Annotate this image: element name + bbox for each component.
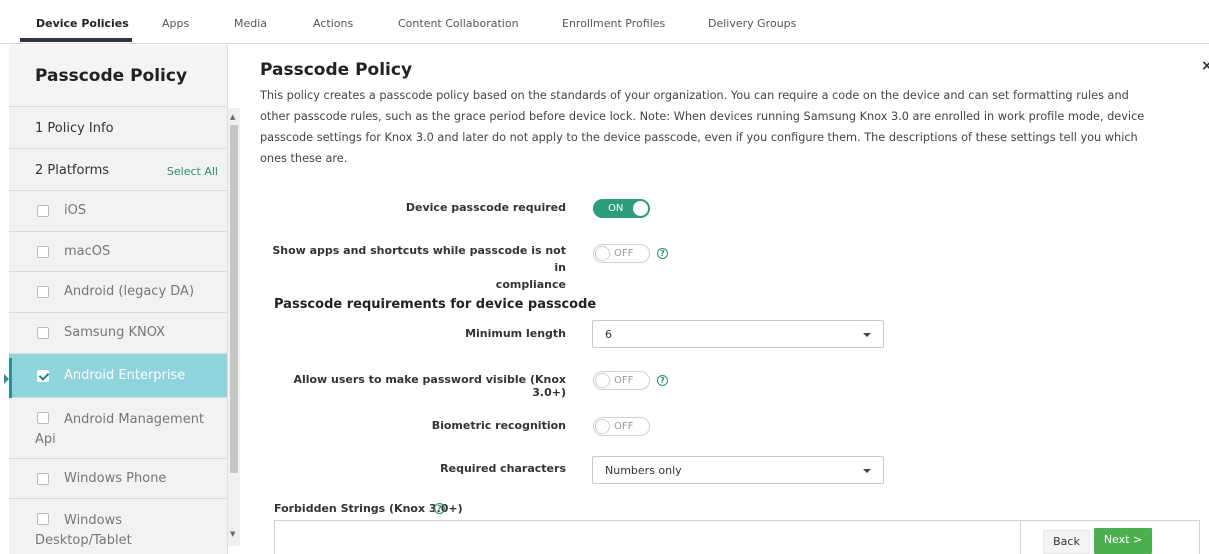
policy-description: This policy creates a passcode policy ba… [260, 89, 1145, 165]
tab-actions[interactable]: Actions [313, 17, 353, 30]
checkbox-checked[interactable] [37, 370, 49, 382]
device-passcode-required-toggle[interactable]: ON [593, 199, 650, 218]
platform-label: Android Management Api [35, 412, 205, 447]
toggle-state: OFF [614, 421, 634, 432]
active-item-arrow-icon [4, 374, 9, 384]
table-divider [1020, 521, 1021, 554]
show-apps-label-line1: Show apps and shortcuts while passcode i… [272, 244, 566, 274]
select-value: Numbers only [605, 464, 682, 477]
platform-android-management-api[interactable]: Android Management Api [9, 398, 227, 459]
toggle-state: ON [608, 203, 624, 214]
tab-enrollment-profiles[interactable]: Enrollment Profiles [562, 17, 665, 30]
platform-macos[interactable]: macOS [9, 232, 227, 272]
select-value: 6 [605, 328, 612, 341]
help-icon[interactable]: ? [434, 503, 445, 514]
platform-android-legacy[interactable]: Android (legacy DA) [9, 272, 227, 313]
minimum-length-select[interactable]: 6 [592, 320, 884, 348]
sidebar-scrollbar-thumb[interactable] [230, 125, 238, 473]
sidebar-title: Passcode Policy [9, 45, 227, 107]
checkbox[interactable] [37, 205, 49, 217]
checkbox[interactable] [37, 246, 49, 258]
toggle-state: OFF [614, 248, 634, 259]
active-item-marker [9, 358, 12, 398]
toggle-knob [633, 201, 648, 216]
toggle-knob [595, 373, 610, 388]
checkbox[interactable] [37, 286, 49, 298]
biometric-label: Biometric recognition [431, 419, 566, 432]
platform-windows-phone[interactable]: Windows Phone [9, 459, 227, 499]
allow-visible-toggle[interactable]: OFF [593, 371, 650, 390]
tab-media[interactable]: Media [234, 17, 267, 30]
chevron-down-icon [863, 333, 871, 337]
tab-apps[interactable]: Apps [162, 17, 189, 30]
platform-label: Android Enterprise [64, 368, 186, 383]
show-apps-label: Show apps and shortcuts while passcode i… [260, 242, 566, 293]
platform-label: macOS [64, 244, 111, 259]
sidebar-item-policy-info[interactable]: 1 Policy Info [9, 107, 227, 149]
platform-ios[interactable]: iOS [9, 191, 227, 232]
required-characters-select[interactable]: Numbers only [592, 456, 884, 484]
chevron-down-icon [863, 469, 871, 473]
top-tab-bar: Device Policies Apps Media Actions Conte… [0, 0, 1209, 44]
platform-label: Android (legacy DA) [64, 284, 195, 299]
tab-device-policies[interactable]: Device Policies [36, 17, 129, 30]
toggle-knob [595, 246, 610, 261]
platform-label: Samsung KNOX [64, 325, 166, 340]
toggle-state: OFF [614, 375, 634, 386]
device-passcode-required-label: Device passcode required [405, 201, 566, 214]
sidebar-item-platforms[interactable]: 2 Platforms Select All [9, 149, 227, 191]
checkbox[interactable] [37, 327, 49, 339]
tab-content-collaboration[interactable]: Content Collaboration [398, 17, 519, 30]
sidebar: Passcode Policy 1 Policy Info 2 Platform… [9, 45, 228, 554]
help-icon[interactable]: ? [657, 375, 668, 386]
checkbox[interactable] [37, 473, 49, 485]
toggle-knob [595, 419, 610, 434]
platform-label: Windows Desktop/Tablet [35, 513, 132, 548]
select-all-link[interactable]: Select All [167, 165, 218, 178]
sidebar-item-label: 2 Platforms [35, 163, 110, 178]
show-apps-toggle[interactable]: OFF [593, 244, 650, 263]
platform-label: Windows Phone [64, 471, 167, 486]
help-icon[interactable]: ? [657, 248, 668, 259]
required-characters-label: Required characters [440, 462, 566, 475]
sidebar-item-label: 1 Policy Info [35, 121, 114, 136]
close-icon[interactable]: × [1201, 58, 1209, 74]
allow-visible-label: Allow users to make password visible (Kn… [293, 373, 566, 399]
platform-label: iOS [64, 203, 87, 218]
scroll-down-icon[interactable]: ▼ [230, 530, 235, 538]
next-button[interactable]: Next > [1094, 528, 1152, 554]
minimum-length-label: Minimum length [465, 327, 566, 340]
show-apps-label-line2: compliance [495, 278, 566, 291]
section-heading: Passcode requirements for device passcod… [274, 297, 597, 312]
back-button[interactable]: Back [1043, 530, 1090, 554]
platform-windows-desktop[interactable]: Windows Desktop/Tablet [9, 499, 227, 554]
platform-samsung-knox[interactable]: Samsung KNOX [9, 313, 227, 354]
tab-delivery-groups[interactable]: Delivery Groups [708, 17, 796, 30]
page-title: Passcode Policy [260, 60, 413, 80]
active-tab-indicator [20, 38, 132, 42]
platform-android-enterprise[interactable]: Android Enterprise [9, 354, 227, 398]
biometric-toggle[interactable]: OFF [593, 417, 650, 436]
scroll-up-icon[interactable]: ▲ [230, 113, 235, 121]
